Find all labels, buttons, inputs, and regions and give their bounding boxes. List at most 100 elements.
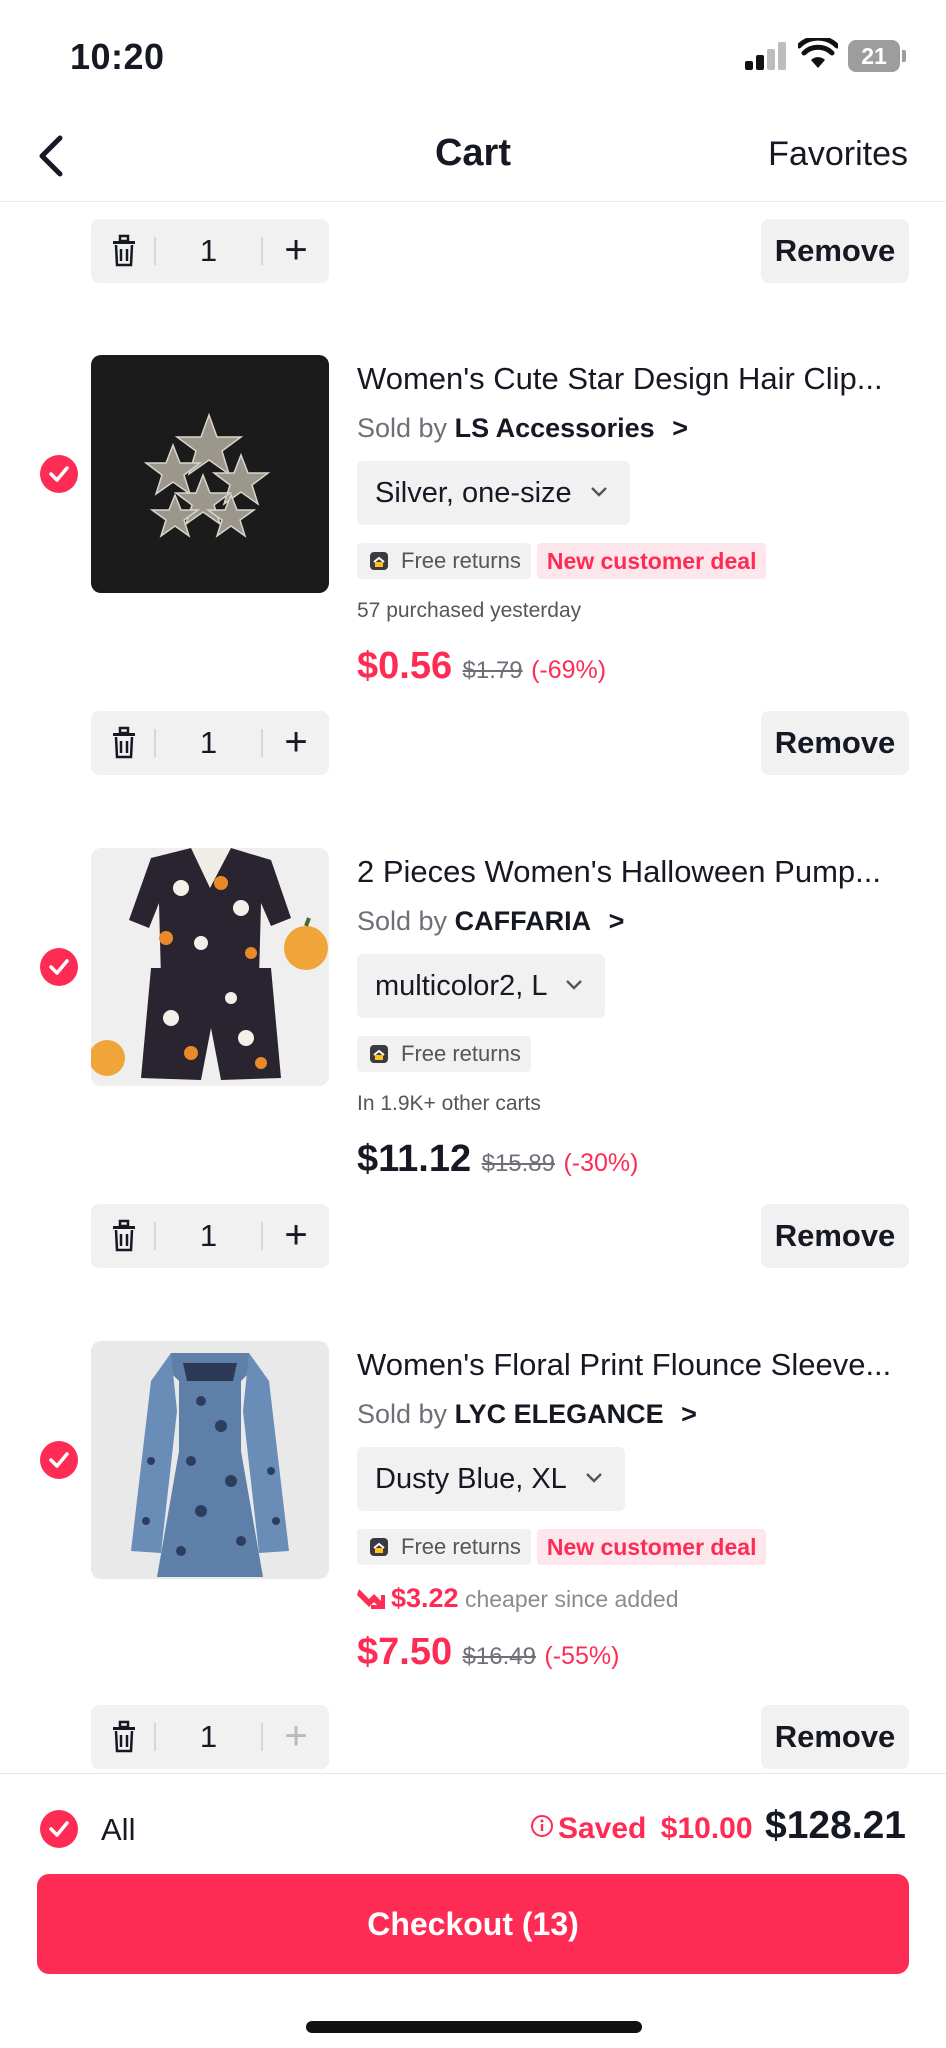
social-proof: In 1.9K+ other carts <box>357 1092 541 1115</box>
return-box-icon <box>370 552 388 570</box>
free-returns-label: Free returns <box>401 1534 521 1559</box>
free-returns-label: Free returns <box>401 1041 521 1066</box>
status-bar: 10:20 21 <box>0 0 946 110</box>
quantity-row: 1 + Remove <box>0 711 946 777</box>
wifi-icon <box>798 38 838 68</box>
sold-by-label: Sold by <box>357 906 448 936</box>
saved-label: Saved <box>557 1812 647 1845</box>
remove-button[interactable]: Remove <box>761 219 909 283</box>
price-drop-text: cheaper since added <box>464 1586 679 1612</box>
price-drop-line: $3.22 cheaper since added <box>357 1583 679 1614</box>
product-title[interactable]: Women's Floral Print Flounce Sleeve... <box>357 1347 917 1383</box>
info-icon <box>530 1815 553 1837</box>
quantity-stepper: 1 + <box>91 219 329 283</box>
nav-bar: Cart Favorites <box>0 110 946 202</box>
select-all-checkbox-icon[interactable] <box>40 1810 78 1848</box>
trash-icon[interactable] <box>109 725 139 761</box>
variant-value: Silver, one-size <box>375 477 572 509</box>
original-price: $1.79 <box>462 657 523 684</box>
select-checkbox-icon[interactable] <box>40 455 78 493</box>
seller-name: LS Accessories <box>454 413 655 443</box>
variant-selector[interactable]: multicolor2, L <box>357 954 606 1018</box>
product-title[interactable]: 2 Pieces Women's Halloween Pump... <box>357 854 917 890</box>
return-box-icon <box>370 1538 388 1556</box>
variant-selector[interactable]: Silver, one-size <box>357 461 630 525</box>
total-price: $128.21 <box>765 1804 906 1847</box>
seller-link[interactable]: Sold by LS Accessories > <box>357 413 688 444</box>
variant-value: multicolor2, L <box>375 970 548 1002</box>
cellular-signal-icon <box>745 42 789 70</box>
price-drop-amount: $3.22 <box>391 1583 459 1613</box>
chevron-right-icon: > <box>608 906 625 936</box>
seller-name: CAFFARIA <box>454 906 592 936</box>
badges: Free returns <box>357 1036 537 1072</box>
saved-amount: $10.00 <box>660 1812 753 1845</box>
chevron-right-icon: > <box>681 1399 697 1429</box>
free-returns-badge: Free returns <box>357 1529 531 1565</box>
deal-badge: New customer deal <box>536 543 767 579</box>
product-image[interactable] <box>91 1341 329 1579</box>
free-returns-badge: Free returns <box>357 543 531 579</box>
remove-button[interactable]: Remove <box>761 1204 909 1268</box>
quantity-value[interactable]: 1 <box>156 725 261 761</box>
battery-level: 21 <box>861 43 887 69</box>
price-row: $11.12 $15.89 (-30%) <box>357 1138 638 1181</box>
quantity-value[interactable]: 1 <box>156 233 261 269</box>
quantity-value[interactable]: 1 <box>156 1218 261 1254</box>
chevron-down-icon <box>585 1473 602 1483</box>
plus-icon[interactable]: + <box>263 227 329 273</box>
battery-icon: 21 <box>848 40 906 72</box>
social-proof: 57 purchased yesterday <box>357 599 582 622</box>
plus-icon[interactable]: + <box>263 719 329 765</box>
product-image[interactable] <box>91 848 329 1086</box>
quantity-value[interactable]: 1 <box>156 1719 261 1755</box>
remove-button[interactable]: Remove <box>761 711 909 775</box>
price-down-arrow-icon <box>357 1589 385 1609</box>
seller-link[interactable]: Sold by CAFFARIA > <box>357 906 624 937</box>
price: $0.56 <box>357 645 453 687</box>
favorites-link[interactable]: Favorites <box>768 135 908 174</box>
chevron-right-icon: > <box>672 413 688 443</box>
deal-badge: New customer deal <box>536 1529 767 1565</box>
select-all-label[interactable]: All <box>101 1812 135 1848</box>
product-title[interactable]: Women's Cute Star Design Hair Clip... <box>357 361 917 397</box>
discount: (-69%) <box>531 656 607 684</box>
cart-item: Women's Cute Star Design Hair Clip... So… <box>0 355 946 695</box>
chevron-down-icon <box>566 980 583 990</box>
quantity-stepper: 1 + <box>91 1204 329 1268</box>
remove-button[interactable]: Remove <box>761 1705 909 1769</box>
trash-icon[interactable] <box>109 1719 139 1755</box>
sold-by-label: Sold by <box>357 413 448 443</box>
select-checkbox-icon[interactable] <box>40 948 78 986</box>
seller-link[interactable]: Sold by LYC ELEGANCE > <box>357 1399 697 1430</box>
quantity-row: 1 + Remove <box>0 1705 946 1771</box>
order-summary[interactable]: Saved $10.00 $128.21 <box>530 1804 906 1848</box>
quantity-stepper: 1 + <box>91 711 329 775</box>
quantity-row: 1 + Remove <box>0 1204 946 1270</box>
plus-icon[interactable]: + <box>263 1713 329 1759</box>
home-indicator <box>306 2021 642 2033</box>
badges: Free returns New customer deal <box>357 1529 772 1565</box>
original-price: $15.89 <box>481 1150 555 1177</box>
chevron-down-icon <box>590 487 607 497</box>
cart-item: Women's Floral Print Flounce Sleeve... S… <box>0 1341 946 1681</box>
trash-icon[interactable] <box>109 233 139 269</box>
sold-by-label: Sold by <box>357 1399 448 1429</box>
select-checkbox-icon[interactable] <box>40 1441 78 1479</box>
product-image[interactable] <box>91 355 329 593</box>
checkout-bar: All Saved $10.00 $128.21 Checkout (13) <box>0 1773 946 2048</box>
checkout-button[interactable]: Checkout (13) <box>37 1874 909 1974</box>
discount: (-30%) <box>563 1149 639 1177</box>
cart-item: 2 Pieces Women's Halloween Pump... Sold … <box>0 848 946 1188</box>
variant-selector[interactable]: Dusty Blue, XL <box>357 1447 625 1511</box>
quantity-row: 1 + Remove <box>0 219 946 285</box>
discount: (-55%) <box>544 1642 620 1670</box>
plus-icon[interactable]: + <box>263 1212 329 1258</box>
variant-value: Dusty Blue, XL <box>375 1463 567 1495</box>
status-time: 10:20 <box>70 36 165 77</box>
original-price: $16.49 <box>462 1643 536 1670</box>
return-box-icon <box>370 1045 388 1063</box>
trash-icon[interactable] <box>109 1218 139 1254</box>
quantity-stepper: 1 + <box>91 1705 329 1769</box>
price-row: $7.50 $16.49 (-55%) <box>357 1631 619 1674</box>
